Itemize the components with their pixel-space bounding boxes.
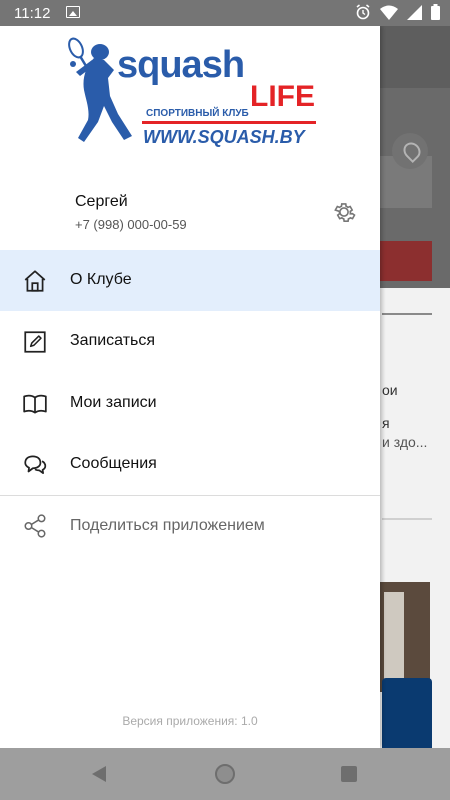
alarm-icon: [356, 4, 370, 20]
logo-underline: [142, 121, 316, 124]
background-divider-2: [382, 518, 432, 520]
recent-apps-button[interactable]: [341, 766, 357, 782]
settings-button[interactable]: [330, 198, 358, 226]
drawer-menu: О Клубе Записаться Мои записи Сообщения: [0, 250, 380, 495]
back-button[interactable]: [91, 765, 107, 783]
menu-item-about-club[interactable]: О Клубе: [0, 250, 380, 312]
app-version: Версия приложения: 1.0: [122, 714, 258, 728]
chat-icon: [24, 455, 47, 474]
club-logo: squash LIFE СПОРТИВНЫЙ КЛУБ WWW.SQUASH.B…: [0, 26, 380, 166]
navigation-drawer: squash LIFE СПОРТИВНЫЙ КЛУБ WWW.SQUASH.B…: [0, 26, 380, 748]
gear-icon: [334, 203, 356, 223]
menu-item-label: О Клубе: [70, 271, 132, 288]
image-icon: [66, 6, 80, 18]
home-icon: [24, 270, 46, 292]
menu-item-label: Сообщения: [70, 454, 157, 472]
location-pin-icon: [392, 133, 428, 169]
book-icon: [23, 394, 47, 414]
background-text-1: ои: [382, 382, 398, 398]
logo-word-squash: squash: [117, 44, 245, 86]
menu-item-my-bookings[interactable]: Мои записи: [0, 373, 380, 434]
logo-website: WWW.SQUASH.BY: [143, 127, 305, 147]
menu-item-label: Мои записи: [70, 393, 157, 411]
logo-tagline: СПОРТИВНЫЙ КЛУБ: [146, 108, 249, 119]
menu-item-messages[interactable]: Сообщения: [0, 434, 380, 495]
profile-phone: +7 (998) 000-00-59: [75, 217, 187, 232]
battery-icon: [431, 4, 440, 20]
menu-item-label: Записаться: [70, 332, 156, 350]
background-divider: [382, 313, 432, 315]
status-time: 11:12: [14, 5, 51, 22]
edit-icon: [24, 331, 46, 353]
background-photo: [380, 582, 430, 692]
system-nav-bar: [0, 748, 450, 800]
user-profile: Сергей +7 (998) 000-00-59: [0, 176, 380, 251]
profile-name: Сергей: [75, 193, 128, 210]
menu-item-label: Поделиться приложением: [70, 517, 265, 534]
home-button[interactable]: [215, 764, 235, 784]
menu-item-sign-up[interactable]: Записаться: [0, 311, 380, 372]
background-text-3: и здо...: [382, 434, 428, 450]
background-accent: [380, 241, 432, 281]
menu-item-share-app[interactable]: Поделиться приложением: [0, 495, 380, 555]
wifi-icon: [380, 5, 398, 20]
cellular-icon: [407, 4, 422, 20]
status-bar: 11:12: [0, 0, 450, 26]
logo-word-life: LIFE: [250, 80, 315, 113]
status-icons: [355, 4, 440, 20]
background-text-2: я: [382, 415, 390, 431]
share-icon: [24, 514, 46, 538]
